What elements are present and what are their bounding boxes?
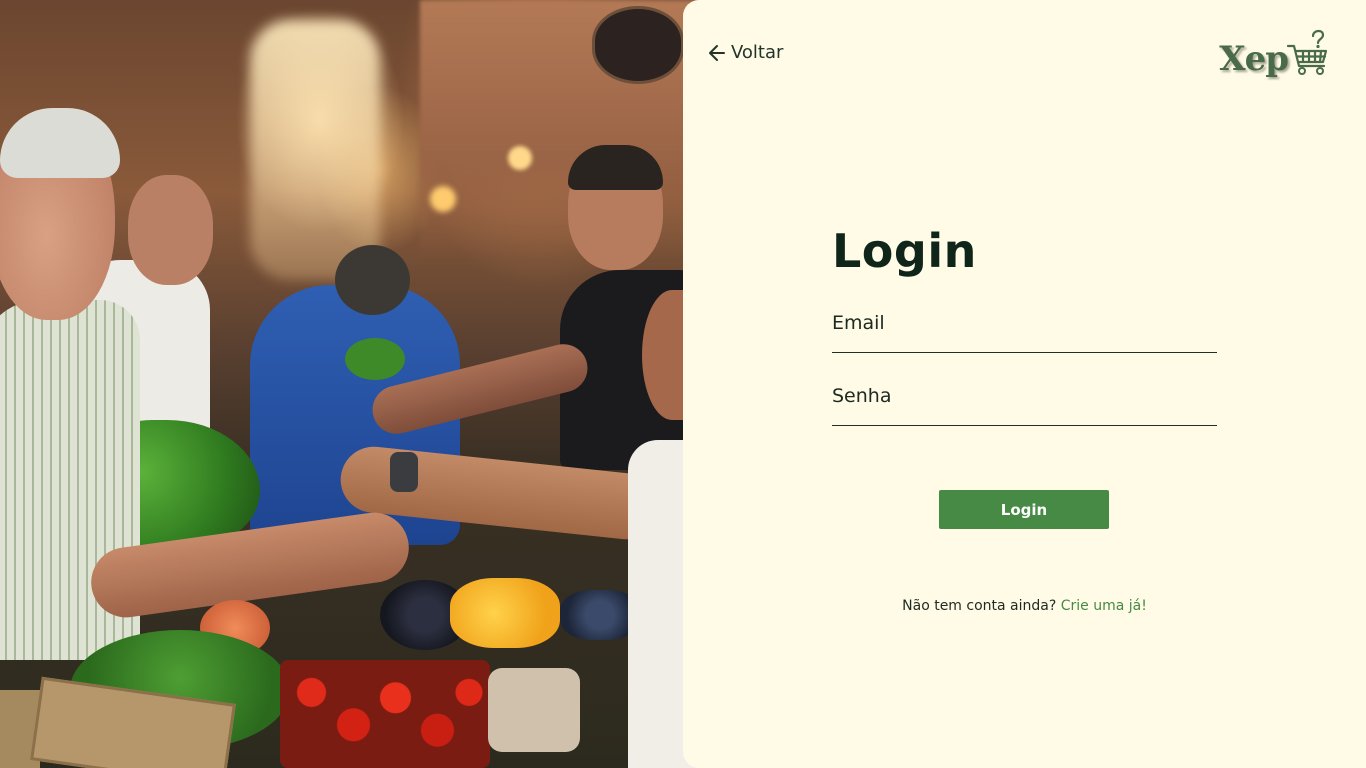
signup-prompt: Não tem conta ainda? Crie uma já! [683,598,1366,614]
image-squash-flowers [450,578,560,648]
image-lamp [508,146,532,170]
market-hero-image [0,0,700,768]
back-link[interactable]: Voltar [707,42,783,63]
email-label: Email [832,312,885,334]
email-field[interactable] [832,334,1217,348]
shopping-cart-question-icon [1286,29,1328,75]
image-bag [488,668,580,752]
password-field[interactable] [832,407,1217,421]
arrow-left-icon [709,44,725,61]
back-link-label: Voltar [731,42,784,63]
login-page: Voltar Xep Login Email Senha Login Não t… [0,0,1366,768]
email-field-group: Email [832,312,1217,353]
image-herbs [345,338,405,380]
signup-prompt-text: Não tem conta ainda? [902,598,1057,614]
signup-link[interactable]: Crie uma já! [1061,598,1147,614]
image-shop-sign [592,6,684,84]
image-tomatoes [280,660,490,768]
password-field-group: Senha [832,385,1217,426]
image-light-glow [250,20,380,280]
brand-logo[interactable]: Xep [1219,24,1330,76]
image-person-head [128,175,213,285]
image-person-head [335,245,410,315]
image-lamp [430,186,456,212]
image-watch [390,452,418,492]
logo-text: Xep [1219,39,1289,79]
login-card: Voltar Xep Login Email Senha Login Não t… [683,0,1366,768]
password-label: Senha [832,385,892,407]
login-form: Login Email Senha [832,224,1217,426]
login-button[interactable]: Login [939,490,1109,529]
page-title: Login [832,224,977,278]
image-person-hair [0,108,120,178]
